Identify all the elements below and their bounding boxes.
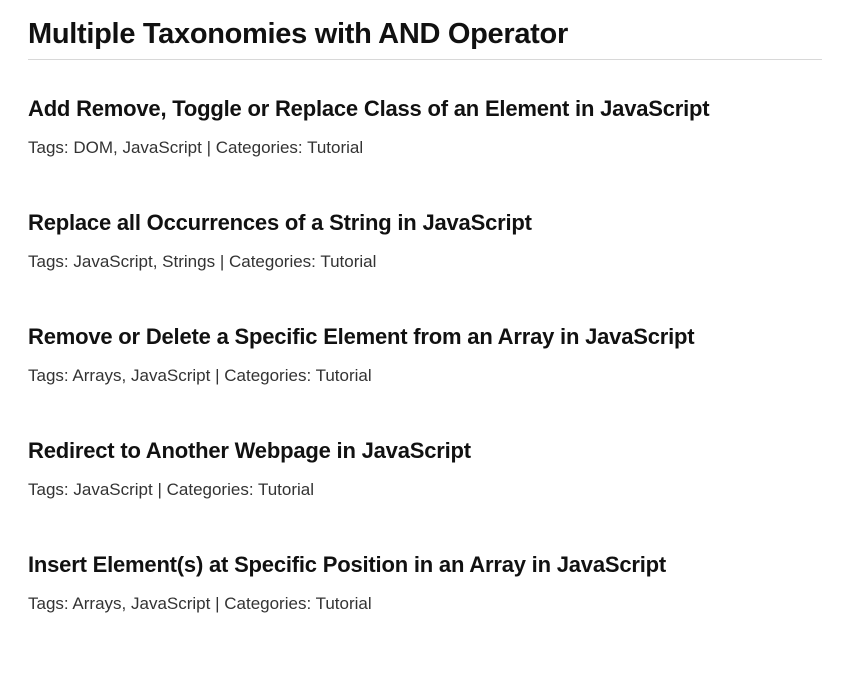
- post-meta: Tags: Arrays, JavaScript | Categories: T…: [28, 594, 822, 614]
- post-title-link[interactable]: Insert Element(s) at Specific Position i…: [28, 552, 822, 578]
- post-meta: Tags: JavaScript, Strings | Categories: …: [28, 252, 822, 272]
- meta-separator: |: [215, 252, 229, 271]
- post-meta: Tags: Arrays, JavaScript | Categories: T…: [28, 366, 822, 386]
- post-title-link[interactable]: Replace all Occurrences of a String in J…: [28, 210, 822, 236]
- meta-separator: |: [202, 138, 216, 157]
- categories-label: Categories:: [224, 366, 315, 385]
- categories-label: Categories:: [229, 252, 320, 271]
- categories-label: Categories:: [224, 594, 315, 613]
- tags-label: Tags:: [28, 594, 72, 613]
- post-item: Insert Element(s) at Specific Position i…: [28, 552, 822, 614]
- post-categories[interactable]: Tutorial: [320, 252, 376, 271]
- post-tags[interactable]: Arrays, JavaScript: [72, 594, 210, 613]
- post-categories[interactable]: Tutorial: [316, 366, 372, 385]
- post-item: Replace all Occurrences of a String in J…: [28, 210, 822, 272]
- post-tags[interactable]: DOM, JavaScript: [73, 138, 201, 157]
- meta-separator: |: [210, 594, 224, 613]
- meta-separator: |: [210, 366, 224, 385]
- post-item: Redirect to Another Webpage in JavaScrip…: [28, 438, 822, 500]
- post-meta: Tags: DOM, JavaScript | Categories: Tuto…: [28, 138, 822, 158]
- meta-separator: |: [153, 480, 167, 499]
- tags-label: Tags:: [28, 366, 72, 385]
- post-item: Remove or Delete a Specific Element from…: [28, 324, 822, 386]
- page-title: Multiple Taxonomies with AND Operator: [28, 18, 822, 60]
- post-categories[interactable]: Tutorial: [307, 138, 363, 157]
- post-title-link[interactable]: Add Remove, Toggle or Replace Class of a…: [28, 96, 822, 122]
- post-tags[interactable]: JavaScript: [73, 480, 152, 499]
- post-tags[interactable]: JavaScript, Strings: [73, 252, 215, 271]
- tags-label: Tags:: [28, 480, 73, 499]
- tags-label: Tags:: [28, 138, 73, 157]
- post-tags[interactable]: Arrays, JavaScript: [72, 366, 210, 385]
- categories-label: Categories:: [216, 138, 307, 157]
- post-categories[interactable]: Tutorial: [316, 594, 372, 613]
- post-meta: Tags: JavaScript | Categories: Tutorial: [28, 480, 822, 500]
- post-categories[interactable]: Tutorial: [258, 480, 314, 499]
- tags-label: Tags:: [28, 252, 73, 271]
- post-title-link[interactable]: Remove or Delete a Specific Element from…: [28, 324, 822, 350]
- categories-label: Categories:: [167, 480, 258, 499]
- post-item: Add Remove, Toggle or Replace Class of a…: [28, 96, 822, 158]
- post-title-link[interactable]: Redirect to Another Webpage in JavaScrip…: [28, 438, 822, 464]
